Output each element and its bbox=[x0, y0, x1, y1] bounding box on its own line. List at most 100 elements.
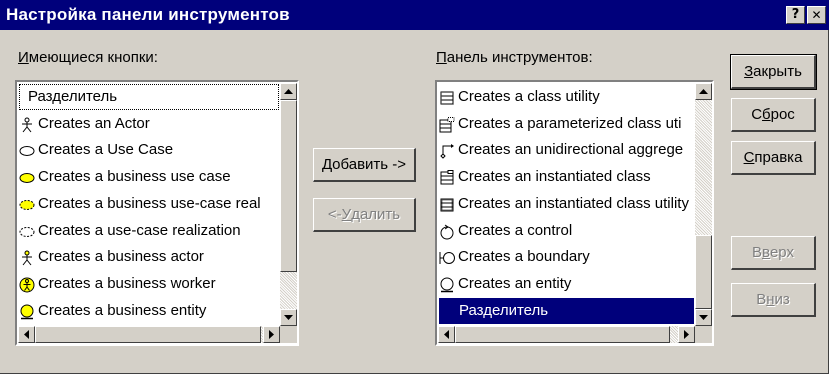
list-item[interactable]: Creates a Use Case bbox=[19, 137, 279, 163]
parameterized-class-utility-icon bbox=[439, 116, 455, 133]
scroll-left-button[interactable] bbox=[18, 326, 35, 343]
scroll-down-arrow-icon bbox=[284, 314, 293, 320]
move-up-accel: в bbox=[762, 244, 770, 261]
entity-icon bbox=[439, 276, 455, 293]
close-button-label: акрыть bbox=[753, 63, 802, 80]
actor-icon bbox=[19, 116, 35, 132]
scroll-up-arrow-icon bbox=[699, 88, 708, 94]
use-case-realization-icon bbox=[19, 223, 35, 239]
scroll-right-arrow-icon bbox=[683, 330, 689, 339]
available-list-vscrollbar[interactable] bbox=[280, 83, 297, 326]
scroll-left-arrow-icon bbox=[23, 330, 29, 339]
business-worker-icon bbox=[19, 276, 35, 293]
toolbar-buttons-label: Панель инструментов: bbox=[436, 49, 593, 66]
list-item[interactable]: Creates a parameterized class uti bbox=[439, 111, 694, 137]
list-item-label: Creates a business actor bbox=[38, 248, 204, 266]
instantiated-class-utility-icon bbox=[439, 196, 455, 212]
list-item[interactable]: Разделитель bbox=[19, 84, 279, 110]
list-item-label: Разделитель bbox=[28, 88, 118, 105]
close-button-accel: З bbox=[744, 63, 754, 80]
list-item[interactable]: Creates an instantiated class utility bbox=[439, 191, 694, 217]
list-item-label: Creates a boundary bbox=[458, 248, 590, 266]
available-list-hscrollbar[interactable] bbox=[18, 326, 280, 343]
list-item[interactable]: Creates a business worker bbox=[19, 271, 279, 297]
available-buttons-label-accel: И bbox=[18, 49, 29, 66]
hscroll-thumb[interactable] bbox=[35, 326, 261, 343]
scroll-corner bbox=[280, 326, 297, 343]
close-button[interactable]: Закрыть bbox=[730, 54, 817, 90]
help-title-button[interactable]: ? bbox=[786, 6, 805, 24]
toolbar-buttons-label-text: анель инструментов: bbox=[446, 49, 593, 66]
scroll-right-arrow-icon bbox=[268, 330, 274, 339]
business-use-case-realization-icon bbox=[19, 196, 35, 212]
list-item-label: Creates a parameterized class uti bbox=[458, 114, 682, 132]
scroll-down-arrow-icon bbox=[699, 314, 708, 320]
move-down-button[interactable]: Вн из bbox=[731, 283, 816, 317]
help-button[interactable]: Справка bbox=[731, 141, 816, 175]
scroll-down-button[interactable] bbox=[280, 309, 297, 326]
add-button-label: обавить -> bbox=[332, 156, 407, 173]
boundary-icon bbox=[439, 249, 455, 265]
available-buttons-label: Имеющиеся кнопки: bbox=[18, 49, 158, 66]
list-item-label: Creates a Use Case bbox=[38, 141, 174, 159]
reset-button[interactable]: Сб рос bbox=[731, 98, 816, 132]
scroll-thumb[interactable] bbox=[280, 100, 297, 272]
list-item[interactable]: Разделитель bbox=[439, 297, 694, 324]
title-bar: Настройка панели инструментов ? ✕ bbox=[0, 0, 829, 30]
list-item[interactable]: Creates a use-case realization bbox=[19, 218, 279, 244]
list-item-label: Creates a class utility bbox=[458, 88, 600, 105]
list-item-label: Creates a business worker bbox=[38, 274, 216, 292]
list-item[interactable]: Creates a control bbox=[439, 218, 694, 244]
list-item[interactable]: Creates a business use-case real bbox=[19, 191, 279, 217]
dialog-title: Настройка панели инструментов bbox=[6, 5, 290, 24]
list-item[interactable]: Creates an unidirectional aggrege bbox=[439, 137, 694, 163]
list-item[interactable]: Creates an entity bbox=[439, 271, 694, 297]
scroll-down-button[interactable] bbox=[695, 309, 712, 326]
list-item[interactable]: Creates a business use case bbox=[19, 164, 279, 190]
scroll-right-button[interactable] bbox=[263, 326, 280, 343]
scroll-left-arrow-icon bbox=[443, 330, 449, 339]
scroll-thumb[interactable] bbox=[695, 235, 712, 309]
scroll-right-button[interactable] bbox=[678, 326, 695, 343]
scroll-up-button[interactable] bbox=[280, 83, 297, 100]
remove-button[interactable]: <- Удалить bbox=[313, 198, 416, 232]
toolbar-buttons-list[interactable]: Creates a class utility Creates a paramet… bbox=[435, 80, 714, 346]
close-title-button[interactable]: ✕ bbox=[807, 6, 826, 24]
business-actor-icon bbox=[19, 249, 35, 266]
list-item[interactable]: Creates an Actor bbox=[19, 111, 279, 137]
add-button[interactable]: Добавить -> bbox=[313, 148, 416, 182]
reset-button-label-pre: С bbox=[751, 106, 763, 123]
move-down-label-pre: В bbox=[756, 291, 767, 308]
business-entity-icon bbox=[19, 303, 35, 319]
scroll-up-button[interactable] bbox=[695, 83, 712, 100]
help-button-label: правка bbox=[754, 149, 803, 166]
move-up-button[interactable]: Вв ерх bbox=[731, 236, 816, 270]
list-item[interactable]: Creates an instantiated class bbox=[439, 164, 694, 190]
list-item-label: Creates an entity bbox=[458, 274, 572, 292]
list-item-label: Разделитель bbox=[459, 301, 549, 319]
available-buttons-list[interactable]: Разделитель Creates an Actor Creates a Use… bbox=[15, 80, 299, 346]
hscroll-thumb[interactable] bbox=[455, 326, 670, 343]
add-button-accel: Д bbox=[321, 156, 333, 173]
move-up-label: ерх bbox=[769, 244, 794, 261]
toolbar-list-vscrollbar[interactable] bbox=[695, 83, 712, 326]
available-buttons-label-text: меющиеся кнопки: bbox=[28, 49, 158, 66]
scroll-left-button[interactable] bbox=[438, 326, 455, 343]
list-item-label: Creates a business entity bbox=[38, 301, 207, 319]
move-up-label-pre: В bbox=[751, 244, 762, 261]
list-item[interactable]: Creates a class utility bbox=[439, 84, 694, 110]
list-item-label: Creates an unidirectional aggrege bbox=[458, 141, 684, 159]
toolbar-list-hscrollbar[interactable] bbox=[438, 326, 695, 343]
reset-button-label: рос bbox=[770, 106, 795, 123]
remove-button-arrow: <- bbox=[327, 206, 342, 223]
list-item-label: Creates a business use case bbox=[38, 168, 231, 186]
list-item-label: Creates a use-case realization bbox=[38, 221, 241, 239]
control-icon bbox=[439, 223, 455, 239]
use-case-icon bbox=[19, 142, 35, 158]
list-item[interactable]: Creates a business entity bbox=[19, 298, 279, 324]
list-item[interactable]: Creates a business actor bbox=[19, 244, 279, 270]
toolbar-buttons-label-accel: П bbox=[436, 49, 447, 66]
list-item[interactable]: Creates a boundary bbox=[439, 244, 694, 270]
instantiated-class-icon bbox=[439, 169, 455, 185]
scroll-up-arrow-icon bbox=[284, 88, 293, 94]
